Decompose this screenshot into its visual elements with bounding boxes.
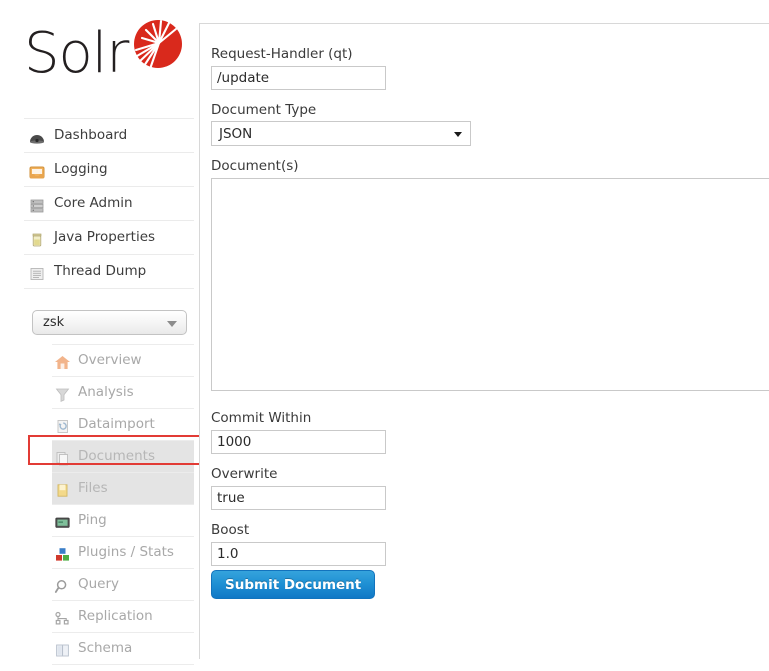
java-jar-icon [28, 229, 46, 247]
sidebar-item-plugins-stats[interactable]: Plugins / Stats [52, 537, 194, 569]
sidebar-label-files: Files [78, 480, 108, 496]
plugins-blocks-icon [54, 544, 71, 561]
sidebar-label-plugins-stats: Plugins / Stats [78, 544, 174, 560]
sidebar-item-replication[interactable]: Replication [52, 601, 194, 633]
sidebar-link-plugins-stats[interactable]: Plugins / Stats [52, 537, 194, 568]
sidebar-link-logging[interactable]: Logging [24, 153, 194, 186]
dashboard-icon [28, 127, 46, 145]
sidebar-item-logging[interactable]: Logging [24, 153, 194, 187]
sidebar-label-java-properties: Java Properties [54, 229, 156, 245]
sidebar-link-dataimport[interactable]: Dataimport [52, 409, 194, 440]
sidebar-link-documents[interactable]: Documents [52, 441, 194, 472]
caret-down-icon [454, 132, 462, 137]
solr-sunburst-icon [128, 16, 184, 72]
sidebar-link-query[interactable]: Query [52, 569, 194, 600]
replication-nodes-icon [54, 608, 71, 625]
solr-logo[interactable]: Solr [24, 12, 192, 104]
ping-monitor-icon [54, 512, 71, 529]
sidebar-link-java-properties[interactable]: Java Properties [24, 221, 194, 254]
submit-document-button[interactable]: Submit Document [211, 570, 376, 599]
document-type-label: Document Type [211, 102, 317, 118]
commit-within-label: Commit Within [211, 410, 312, 426]
sidebar-item-dashboard[interactable]: Dashboard [24, 118, 194, 153]
document-type-select[interactable]: JSON [211, 121, 471, 146]
core-selector[interactable]: zsk [32, 310, 187, 335]
files-folder-icon [54, 480, 71, 497]
sidebar-link-analysis[interactable]: Analysis [52, 377, 194, 408]
magnifier-icon [54, 576, 71, 593]
sidebar-label-core-admin: Core Admin [54, 195, 133, 211]
sidebar-link-replication[interactable]: Replication [52, 601, 194, 632]
sidebar-link-core-admin[interactable]: Core Admin [24, 187, 194, 220]
home-icon [54, 352, 71, 369]
sidebar-item-thread-dump[interactable]: Thread Dump [24, 255, 194, 289]
sidebar-link-files[interactable]: Files [52, 473, 194, 504]
sidebar-item-ping[interactable]: Ping [52, 505, 194, 537]
sidebar-label-dashboard: Dashboard [54, 127, 128, 143]
sidebar-link-ping[interactable]: Ping [52, 505, 194, 536]
sidebar-label-query: Query [78, 576, 120, 592]
overwrite-input[interactable] [211, 486, 386, 510]
solr-logo-text: Solr [24, 21, 129, 86]
core-selector-value: zsk [43, 315, 65, 330]
sidebar-item-overview[interactable]: Overview [52, 344, 194, 377]
sidebar-item-schema[interactable]: Schema [52, 633, 194, 665]
documents-label: Document(s) [211, 158, 299, 174]
core-navigation: Overview Analysis Dataimport Documents F… [52, 344, 194, 665]
sidebar: Solr Dashboard Logging Core Admin Java P… [0, 0, 210, 665]
sidebar-label-dataimport: Dataimport [78, 416, 155, 432]
funnel-icon [54, 384, 71, 403]
request-handler-label: Request-Handler (qt) [211, 46, 353, 62]
sidebar-item-dataimport[interactable]: Dataimport [52, 409, 194, 441]
commit-within-input[interactable] [211, 430, 386, 454]
boost-input[interactable] [211, 542, 386, 566]
dataimport-icon [54, 416, 71, 433]
logging-tray-icon [28, 161, 46, 179]
sidebar-link-schema[interactable]: Schema [52, 633, 194, 664]
sidebar-label-thread-dump: Thread Dump [54, 263, 147, 279]
document-type-value: JSON [219, 126, 253, 142]
sidebar-item-core-admin[interactable]: Core Admin [24, 187, 194, 221]
sidebar-link-dashboard[interactable]: Dashboard [24, 119, 194, 152]
sidebar-label-ping: Ping [78, 512, 107, 528]
main-navigation: Dashboard Logging Core Admin Java Proper… [24, 118, 194, 289]
chevron-down-icon [167, 321, 177, 327]
sidebar-link-thread-dump[interactable]: Thread Dump [24, 255, 194, 288]
sidebar-label-schema: Schema [78, 640, 133, 656]
sidebar-label-analysis: Analysis [78, 384, 134, 400]
sidebar-item-documents[interactable]: Documents [52, 441, 194, 473]
sidebar-link-overview[interactable]: Overview [52, 345, 194, 376]
documents-panel: Request-Handler (qt) Document Type JSON … [199, 23, 769, 659]
thread-dump-icon [28, 263, 46, 281]
core-selector-wrapper: zsk [32, 310, 187, 335]
sidebar-item-query[interactable]: Query [52, 569, 194, 601]
sidebar-label-documents: Documents [78, 448, 155, 464]
sidebar-item-java-properties[interactable]: Java Properties [24, 221, 194, 255]
documents-icon [54, 448, 71, 466]
request-handler-input[interactable] [211, 66, 386, 90]
sidebar-item-analysis[interactable]: Analysis [52, 377, 194, 409]
sidebar-item-files[interactable]: Files [52, 473, 194, 505]
boost-label: Boost [211, 522, 250, 538]
sidebar-label-replication: Replication [78, 608, 153, 624]
sidebar-label-overview: Overview [78, 352, 142, 368]
documents-textarea[interactable] [211, 178, 769, 391]
sidebar-label-logging: Logging [54, 161, 108, 177]
overwrite-label: Overwrite [211, 466, 278, 482]
open-book-icon [54, 640, 71, 657]
server-stack-icon [28, 195, 46, 213]
